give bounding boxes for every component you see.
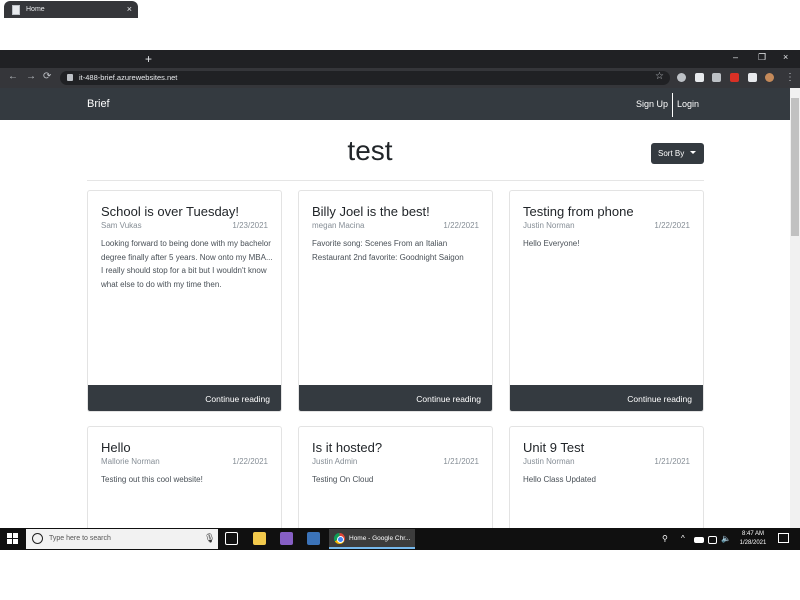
caret-down-icon bbox=[690, 151, 696, 154]
sort-by-dropdown[interactable]: Sort By bbox=[651, 143, 704, 164]
post-body: Looking forward to being done with my ba… bbox=[101, 239, 273, 289]
scrollbar-thumb[interactable] bbox=[791, 98, 799, 236]
continue-reading-button[interactable]: Continue reading bbox=[299, 385, 492, 411]
puzzle-icon[interactable] bbox=[748, 73, 757, 82]
post-author: Justin Admin bbox=[312, 457, 358, 466]
clock-time: 8:47 AM bbox=[741, 531, 764, 537]
post-title: Unit 9 Test bbox=[523, 440, 585, 455]
taskbar-clock[interactable]: 8:47 AM 1/28/2021 bbox=[733, 530, 773, 548]
python-icon[interactable] bbox=[307, 532, 320, 545]
notification-icon[interactable] bbox=[778, 533, 789, 543]
post-body: Testing On Cloud bbox=[312, 475, 374, 484]
post-body: Favorite song: Scenes From an Italian Re… bbox=[312, 239, 464, 262]
post-body: Hello Class Updated bbox=[523, 475, 596, 484]
back-icon[interactable]: ← bbox=[8, 71, 18, 82]
url-text: it-488-brief.azurewebsites.net bbox=[79, 73, 178, 82]
post-card: Unit 9 Test Justin Norman 1/21/2021 Hell… bbox=[509, 426, 704, 536]
search-placeholder: Type here to search bbox=[49, 535, 111, 542]
cortana-icon bbox=[32, 533, 43, 544]
network-icon[interactable] bbox=[708, 536, 717, 544]
windows-start-icon[interactable] bbox=[7, 533, 18, 544]
menu-dots-icon[interactable]: ⋮ bbox=[785, 72, 795, 83]
post-body: Hello Everyone! bbox=[523, 239, 580, 248]
post-author: Sam Vukas bbox=[101, 221, 142, 230]
address-bar[interactable]: it-488-brief.azurewebsites.net ☆ bbox=[60, 71, 670, 85]
profile-avatar-icon[interactable] bbox=[765, 73, 774, 82]
post-date: 1/22/2021 bbox=[443, 221, 479, 230]
header-divider bbox=[87, 180, 704, 181]
continue-reading-button[interactable]: Continue reading bbox=[88, 385, 281, 411]
sign-up-link[interactable]: Sign Up bbox=[636, 99, 668, 109]
file-explorer-icon[interactable] bbox=[253, 532, 266, 545]
post-date: 1/23/2021 bbox=[232, 221, 268, 230]
document-icon bbox=[12, 5, 20, 15]
chrome-icon bbox=[334, 533, 345, 544]
clock-date: 1/28/2021 bbox=[739, 540, 767, 546]
continue-reading-label: Continue reading bbox=[205, 394, 270, 404]
post-card: School is over Tuesday! Sam Vukas 1/23/2… bbox=[87, 190, 282, 412]
continue-reading-label: Continue reading bbox=[416, 394, 481, 404]
post-author: Mallorie Norman bbox=[101, 457, 160, 466]
chevron-up-icon[interactable]: ^ bbox=[681, 534, 685, 543]
reload-icon[interactable]: ⟳ bbox=[43, 71, 51, 82]
post-title: Testing from phone bbox=[523, 204, 634, 219]
post-date: 1/21/2021 bbox=[654, 457, 690, 466]
extension-icon[interactable] bbox=[695, 73, 704, 82]
page-title: test bbox=[347, 135, 393, 166]
post-title: Billy Joel is the best! bbox=[312, 204, 430, 219]
taskbar-chrome-app[interactable]: Home - Google Chr... bbox=[329, 529, 415, 549]
post-title: School is over Tuesday! bbox=[101, 204, 240, 219]
post-card: Is it hosted? Justin Admin 1/21/2021 Tes… bbox=[298, 426, 493, 536]
bottom-margin bbox=[0, 550, 800, 600]
close-window-icon[interactable]: × bbox=[783, 52, 788, 62]
nav-divider bbox=[672, 93, 673, 117]
bookmark-star-icon[interactable]: ☆ bbox=[655, 71, 664, 82]
post-author: megan Macina bbox=[312, 221, 365, 230]
close-tab-icon[interactable]: × bbox=[127, 4, 132, 14]
post-date: 1/22/2021 bbox=[232, 457, 268, 466]
forward-icon[interactable]: → bbox=[26, 71, 36, 82]
post-date: 1/21/2021 bbox=[443, 457, 479, 466]
battery-icon[interactable] bbox=[694, 537, 704, 543]
post-body: Testing out this cool website! bbox=[101, 475, 203, 484]
continue-reading-label: Continue reading bbox=[627, 394, 692, 404]
sort-by-label: Sort By bbox=[658, 149, 685, 158]
post-author: Justin Norman bbox=[523, 221, 575, 230]
volume-icon[interactable]: 🔈 bbox=[721, 534, 731, 543]
new-tab-button[interactable]: + bbox=[145, 52, 152, 66]
visual-studio-icon[interactable] bbox=[280, 532, 293, 545]
post-title: Is it hosted? bbox=[312, 440, 383, 455]
post-author: Justin Norman bbox=[523, 457, 575, 466]
browser-tab-home[interactable]: Home × bbox=[4, 1, 138, 18]
extension-icon[interactable] bbox=[712, 73, 721, 82]
post-date: 1/22/2021 bbox=[654, 221, 690, 230]
taskbar-search-box[interactable]: Type here to search 🎙 bbox=[26, 529, 218, 549]
post-card: Hello Mallorie Norman 1/22/2021 Testing … bbox=[87, 426, 282, 536]
microphone-icon[interactable]: 🎙 bbox=[204, 533, 215, 544]
login-link[interactable]: Login bbox=[677, 99, 699, 109]
minimize-icon[interactable]: – bbox=[733, 52, 738, 62]
people-icon[interactable]: ⚲ bbox=[662, 534, 668, 543]
restore-icon[interactable]: ❐ bbox=[758, 52, 766, 63]
extension-icon[interactable] bbox=[730, 73, 739, 82]
lock-icon bbox=[67, 74, 73, 81]
brand-logo[interactable]: Brief bbox=[87, 98, 110, 110]
continue-reading-button[interactable]: Continue reading bbox=[510, 385, 703, 411]
post-card: Testing from phone Justin Norman 1/22/20… bbox=[509, 190, 704, 412]
extension-icon[interactable] bbox=[677, 73, 686, 82]
post-card: Billy Joel is the best! megan Macina 1/2… bbox=[298, 190, 493, 412]
tab-title: Home bbox=[26, 6, 45, 13]
task-view-icon[interactable] bbox=[225, 532, 238, 545]
taskbar-app-label: Home - Google Chr... bbox=[349, 535, 411, 542]
browser-tab-bar bbox=[0, 50, 800, 68]
post-title: Hello bbox=[101, 440, 131, 455]
